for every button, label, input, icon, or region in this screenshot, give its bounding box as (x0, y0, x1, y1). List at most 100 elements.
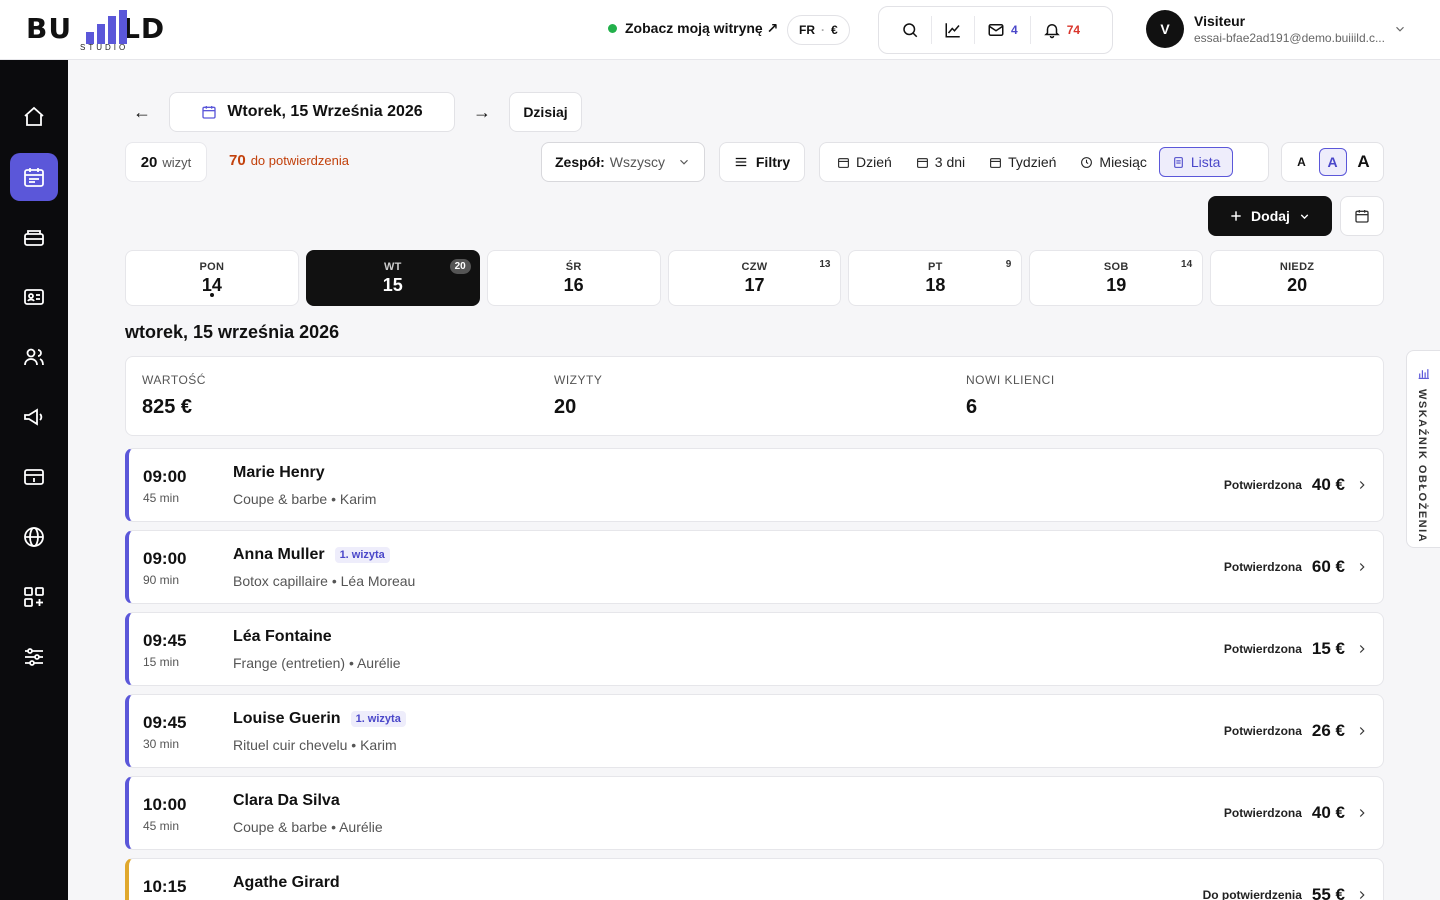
team-select[interactable]: Zespół: Wszyscy (541, 142, 705, 182)
view-site-link[interactable]: Zobacz moją witrynę ↗ (608, 20, 778, 37)
add-button[interactable]: Dodaj (1208, 196, 1332, 236)
notifications-button[interactable]: 74 (1031, 16, 1092, 44)
previous-day-button[interactable]: ← (125, 92, 159, 132)
day-count-badge: 13 (819, 259, 831, 270)
appointment-row[interactable]: 10:00 45 min Clara Da Silva Coupe & barb… (125, 776, 1384, 850)
chevron-down-icon (1300, 213, 1309, 219)
appointment-row[interactable]: 09:45 30 min Louise Guerin 1. wizyta Rit… (125, 694, 1384, 768)
client-name-text: Agathe Girard (233, 874, 340, 891)
day-tuesday[interactable]: WT 15 20 (305, 250, 480, 306)
text-size-large[interactable]: A (1350, 148, 1378, 176)
view-list[interactable]: Lista (1158, 147, 1234, 177)
sidebar-item-clients[interactable] (10, 333, 58, 381)
first-visit-badge: 1. wizyta (350, 711, 406, 727)
status-badge: Potwierdzona (1223, 806, 1302, 820)
view-3-days[interactable]: 3 dni (904, 147, 977, 177)
view-week[interactable]: Tydzień (977, 147, 1068, 177)
user-email: essai-bfae2ad191@demo.buiiild.c... (1194, 31, 1385, 45)
day-friday[interactable]: PT 18 9 (848, 250, 1023, 306)
view-day[interactable]: Dzień (825, 147, 904, 177)
client-name-text: Marie Henry (233, 464, 325, 481)
service-info: Coupe & barbe • Karim (233, 491, 377, 507)
calendar-icon (24, 168, 44, 187)
stats-button[interactable] (932, 16, 975, 44)
day-number: 19 (1106, 274, 1127, 295)
day-monday[interactable]: PON 14 (125, 250, 299, 306)
text-size-medium[interactable]: A (1318, 148, 1347, 176)
language-label: FR (799, 23, 815, 37)
pending-confirmations-link[interactable]: 70 do potwierdzenia (229, 152, 349, 169)
sidebar-item-settings[interactable] (10, 633, 58, 681)
sidebar-item-website[interactable] (10, 513, 58, 561)
sidebar-item-payments[interactable] (10, 453, 58, 501)
view-month[interactable]: Miesiąc (1068, 147, 1158, 177)
text-size-small[interactable]: A (1288, 148, 1316, 176)
stat-label: NOWI KLIENCI (966, 373, 1055, 387)
header-tools: 4 74 (878, 6, 1113, 54)
calendar-picker-button[interactable] (1340, 196, 1384, 236)
day-thursday[interactable]: CZW 17 13 (667, 250, 842, 306)
appointment-row[interactable]: 09:00 45 min Marie Henry Coupe & barbe •… (125, 448, 1384, 522)
sidebar-item-home[interactable] (10, 93, 58, 141)
appointment-price: 40 € (1311, 475, 1345, 494)
appointment-row[interactable]: 10:15 Agathe Girard Do potwierdzenia 55 … (125, 858, 1384, 900)
apps-icon (24, 587, 44, 607)
search-button[interactable] (889, 16, 932, 44)
filters-label: Filtry (755, 154, 791, 170)
sidebar (0, 60, 68, 900)
appointment-price: 60 € (1311, 557, 1345, 576)
sidebar-item-services[interactable] (10, 213, 58, 261)
team-label: Zespół: (555, 154, 605, 170)
client-name: Marie Henry (233, 464, 325, 482)
appointment-duration: 45 min (143, 819, 180, 833)
list-icon (1174, 156, 1183, 168)
calendar-icon (1355, 210, 1369, 223)
occupancy-side-tab[interactable]: WSKAŹNIK OBŁOŻENIA (1406, 350, 1440, 548)
sidebar-item-marketing[interactable] (10, 393, 58, 441)
appointment-row[interactable]: 09:00 90 min Anna Muller 1. wizyta Botox… (125, 530, 1384, 604)
bell-icon (1043, 24, 1060, 39)
team-value: Wszyscy (609, 154, 665, 170)
text-size-switcher: A A A (1281, 142, 1384, 182)
sidebar-item-contacts[interactable] (10, 273, 58, 321)
today-button[interactable]: Dzisiaj (509, 92, 582, 132)
current-date: Wtorek, 15 Września 2026 (227, 103, 423, 120)
megaphone-icon (24, 408, 43, 426)
appointment-time: 09:45 (143, 631, 187, 650)
day-number: 15 (382, 274, 403, 295)
day-wednesday[interactable]: ŚR 16 (486, 250, 661, 306)
calendar-icon (202, 106, 216, 119)
occupancy-label: WSKAŹNIK OBŁOŻENIA (1416, 389, 1428, 544)
chevron-down-icon[interactable] (1393, 22, 1407, 36)
sidebar-item-calendar[interactable] (10, 153, 58, 201)
appointment-time: 09:00 (143, 467, 187, 486)
status-badge: Potwierdzona (1223, 560, 1302, 574)
day-saturday[interactable]: SOB 19 14 (1029, 250, 1204, 306)
date-picker[interactable]: Wtorek, 15 Września 2026 (169, 92, 455, 132)
language-currency-pill[interactable]: FR · € (787, 15, 850, 45)
sidebar-item-apps[interactable] (10, 573, 58, 621)
add-label: Dodaj (1251, 208, 1290, 224)
filters-button[interactable]: Filtry (719, 142, 805, 182)
messages-button[interactable]: 4 (975, 16, 1031, 44)
client-name: Agathe Girard (233, 874, 340, 892)
search-icon (903, 23, 918, 38)
today-dot (209, 293, 214, 297)
card-icon (24, 469, 44, 485)
home-icon (24, 106, 44, 126)
appointment-row[interactable]: 09:45 15 min Léa Fontaine Frange (entret… (125, 612, 1384, 686)
next-day-button[interactable]: → (465, 92, 499, 132)
visits-count: 20 wizyt (125, 142, 207, 182)
user-menu[interactable]: V Visiteur essai-bfae2ad191@demo.buiiild… (1146, 10, 1385, 48)
day-name: PT (928, 260, 943, 273)
notifications-count: 74 (1066, 23, 1081, 37)
day-sunday[interactable]: NIEDZ 20 (1210, 250, 1385, 306)
first-visit-badge: 1. wizyta (334, 547, 390, 563)
day-name: ŚR (565, 260, 582, 273)
date-navigation: ← Wtorek, 15 Września 2026 → (125, 92, 499, 132)
status-badge: Do potwierdzenia (1202, 888, 1302, 900)
calendar-icon (916, 157, 928, 168)
logo[interactable]: BU LD STUDIO (26, 8, 186, 54)
appointment-time: 09:45 (143, 713, 187, 732)
chevron-right-icon (1359, 481, 1365, 489)
